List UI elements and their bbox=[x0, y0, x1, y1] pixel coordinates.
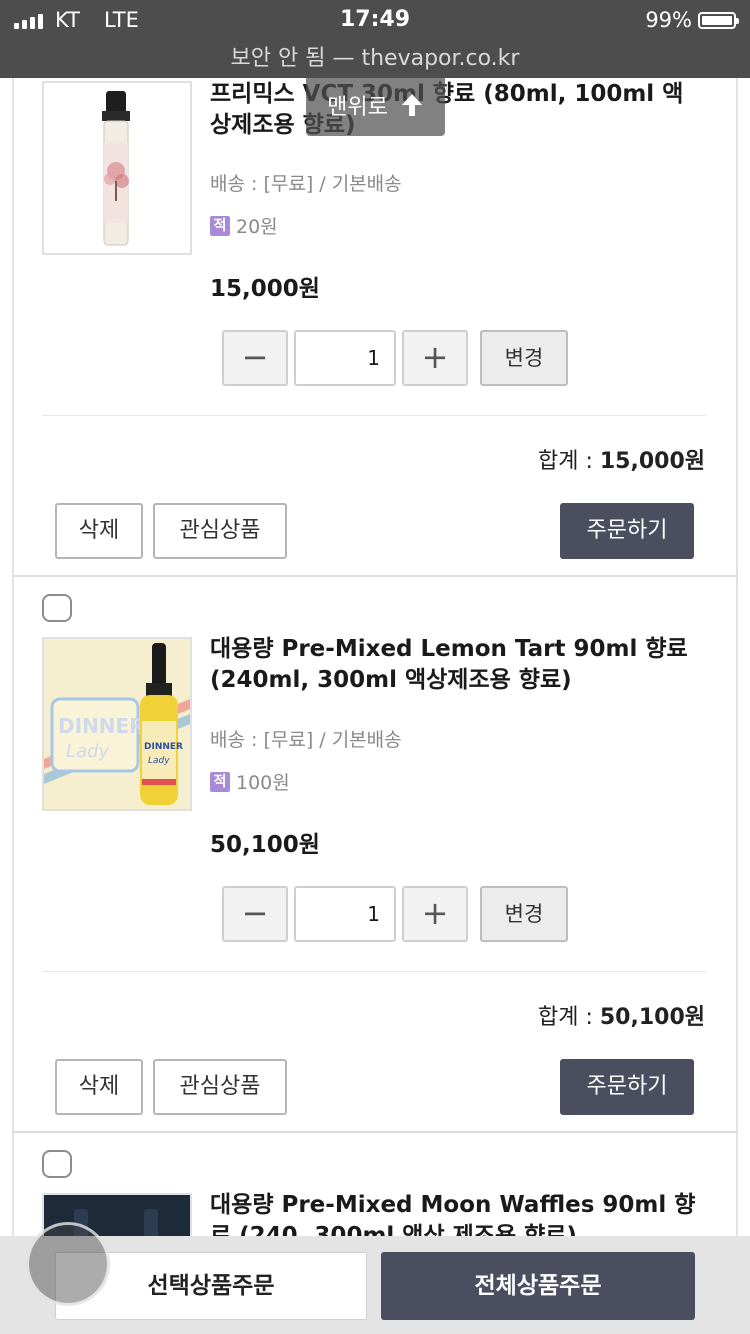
url-bar[interactable]: 보안 안 됨 — thevapor.co.kr bbox=[0, 40, 750, 72]
product-price: 15,000원 bbox=[210, 276, 320, 302]
total-value: 50,100원 bbox=[599, 1005, 705, 1030]
item-separator bbox=[12, 575, 738, 577]
minus-button[interactable]: − bbox=[222, 886, 288, 942]
wishlist-button[interactable]: 관심상품 bbox=[153, 503, 287, 559]
minus-button[interactable]: − bbox=[222, 330, 288, 386]
change-qty-button[interactable]: 변경 bbox=[480, 886, 568, 942]
delete-button[interactable]: 삭제 bbox=[55, 503, 143, 559]
floating-action-button[interactable] bbox=[26, 1222, 110, 1306]
plus-button[interactable]: + bbox=[402, 886, 468, 942]
divider bbox=[42, 415, 706, 416]
order-button[interactable]: 주문하기 bbox=[560, 1059, 694, 1115]
product-image-lemon-tart[interactable]: DINNER Lady DINNER Lady bbox=[42, 637, 192, 811]
battery-icon bbox=[698, 11, 739, 29]
points-info: 적 20원 bbox=[210, 212, 278, 239]
shipping-info: 배송 : [무료] / 기본배송 bbox=[210, 729, 402, 751]
svg-text:Lady: Lady bbox=[148, 756, 170, 766]
product-price: 50,100원 bbox=[210, 832, 320, 858]
svg-text:DINNER: DINNER bbox=[58, 714, 145, 738]
item-total: 합계 : 50,100원 bbox=[538, 999, 705, 1031]
arrow-up-icon bbox=[401, 94, 422, 116]
total-label: 합계 : bbox=[537, 1005, 600, 1030]
quantity-input[interactable]: 1 bbox=[294, 330, 396, 386]
status-bar: KT LTE 17:49 99% 보안 안 됨 — thevapor.co.kr bbox=[0, 0, 750, 78]
points-value: 20원 bbox=[236, 216, 278, 238]
total-label: 합계 : bbox=[537, 449, 600, 474]
divider bbox=[42, 971, 706, 972]
scroll-top-button[interactable]: 맨위로 bbox=[306, 74, 445, 136]
bottle-image bbox=[44, 83, 190, 253]
points-info: 적 100원 bbox=[210, 768, 290, 795]
bottom-action-bar: 선택상품주문 전체상품주문 bbox=[0, 1236, 750, 1334]
item-separator bbox=[12, 1131, 738, 1133]
order-button[interactable]: 주문하기 bbox=[560, 503, 694, 559]
delete-button[interactable]: 삭제 bbox=[55, 1059, 143, 1115]
change-qty-button[interactable]: 변경 bbox=[480, 330, 568, 386]
svg-text:DINNER: DINNER bbox=[144, 742, 183, 752]
scroll-top-label: 맨위로 bbox=[327, 95, 388, 120]
quantity-input[interactable]: 1 bbox=[294, 886, 396, 942]
wishlist-button[interactable]: 관심상품 bbox=[153, 1059, 287, 1115]
item-checkbox[interactable] bbox=[42, 1150, 72, 1178]
product-name[interactable]: 프리믹스 VCT 30ml 향료 (80ml, 100ml 액상제조용 향료) bbox=[210, 79, 700, 141]
plus-button[interactable]: + bbox=[402, 330, 468, 386]
points-badge: 적 bbox=[210, 771, 230, 792]
total-value: 15,000원 bbox=[599, 449, 705, 474]
shipping-info: 배송 : [무료] / 기본배송 bbox=[210, 173, 402, 195]
points-value: 100원 bbox=[236, 772, 290, 794]
battery-fill bbox=[702, 15, 732, 25]
item-total: 합계 : 15,000원 bbox=[538, 443, 705, 475]
product-name[interactable]: 대용량 Pre-Mixed Lemon Tart 90ml 향료 (240ml,… bbox=[210, 634, 700, 696]
clock: 17:49 bbox=[339, 7, 411, 32]
svg-text:Lady: Lady bbox=[66, 741, 109, 762]
battery-percent: 99% bbox=[645, 8, 692, 32]
lemon-tart-image: DINNER Lady DINNER Lady bbox=[44, 639, 190, 809]
points-badge: 적 bbox=[210, 215, 230, 236]
item-checkbox[interactable] bbox=[42, 594, 72, 622]
product-image-vct[interactable] bbox=[42, 81, 192, 255]
order-all-button[interactable]: 전체상품주문 bbox=[381, 1252, 695, 1320]
status-right: 99% bbox=[645, 8, 739, 32]
